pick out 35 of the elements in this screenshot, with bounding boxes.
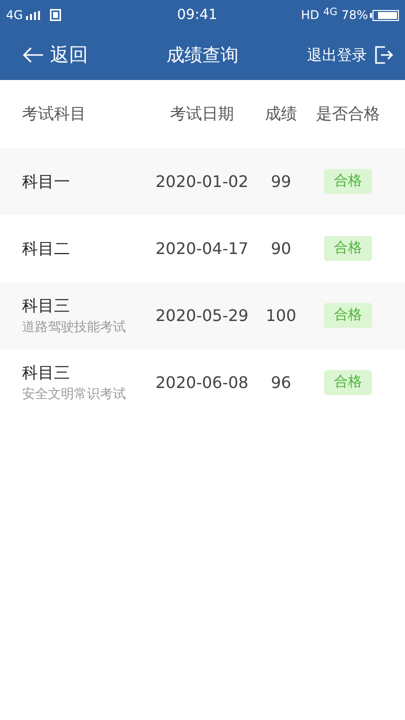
column-header: 是否合格 [315, 103, 381, 125]
exam-date: 2020-05-29 [154, 304, 250, 326]
subject-name: 科目一 [22, 170, 71, 192]
subject-name: 科目三 [22, 362, 71, 384]
column-header: 考试科目 [21, 103, 87, 125]
exam-score: 100 [264, 304, 298, 326]
subject-note: 道路驾驶技能考试 [22, 318, 127, 337]
exam-score: 96 [270, 372, 292, 394]
result-badge: 合格 [324, 236, 372, 261]
battery-percent: 78% [341, 7, 368, 24]
exam-date: 2020-04-17 [154, 238, 250, 260]
page-title: 成绩查询 [166, 44, 238, 68]
sim-icon [50, 9, 61, 21]
result-badge: 合格 [324, 169, 372, 194]
exam-date: 2020-01-02 [154, 170, 250, 192]
hd-label: HD [300, 7, 320, 24]
back-arrow-icon [22, 47, 44, 63]
result-badge: 合格 [324, 370, 372, 395]
network-label: 4G [6, 7, 23, 24]
network-label: 4G [323, 6, 338, 20]
battery-icon [370, 10, 399, 20]
subject-name: 科目三 [22, 294, 71, 317]
result-badge: 合格 [324, 303, 372, 328]
exam-date: 2020-06-08 [154, 372, 250, 394]
subject-name: 科目二 [22, 238, 71, 260]
subject-note: 安全文明常识考试 [22, 386, 127, 404]
exam-score: 90 [270, 238, 292, 260]
logout-icon [375, 46, 393, 64]
signal-icon [26, 10, 40, 20]
exam-score: 99 [270, 170, 292, 192]
logout-button[interactable]: 退出登录 [307, 44, 393, 66]
back-button[interactable]: 返回 [22, 40, 88, 70]
column-header: 考试日期 [169, 103, 235, 125]
clock-time: 09:41 [176, 6, 218, 24]
column-header: 成绩 [264, 103, 298, 125]
